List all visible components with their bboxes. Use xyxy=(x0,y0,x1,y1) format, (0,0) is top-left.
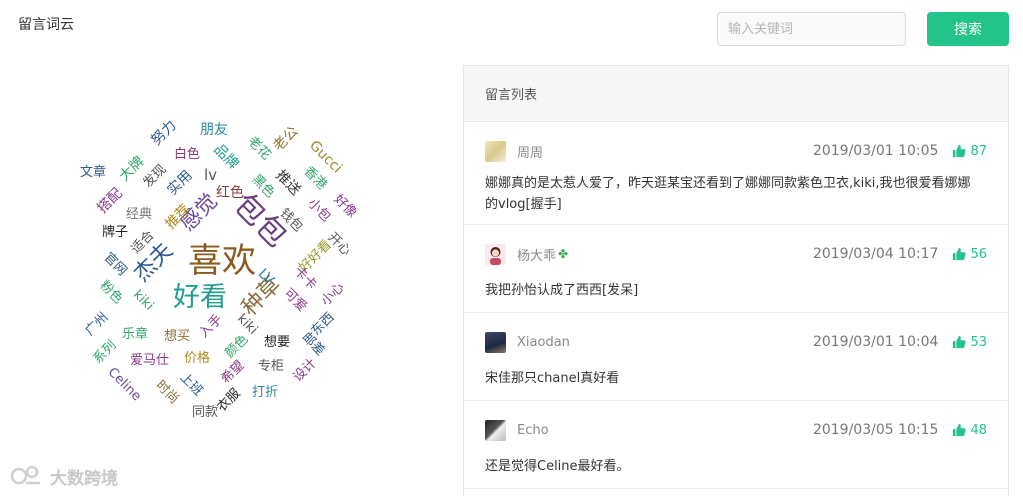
cloud-word: 官网 xyxy=(100,249,130,280)
comment-list-title: 留言列表 xyxy=(485,88,538,103)
cloud-word: 经典 xyxy=(126,207,153,222)
comment-time: 2019/03/05 10:15 xyxy=(812,422,939,438)
username[interactable]: Xiaodan xyxy=(517,335,570,350)
thumbs-up-icon[interactable] xyxy=(952,423,966,437)
cloud-word: 好看 xyxy=(173,282,227,313)
cloud-word: 专柜 xyxy=(258,359,285,374)
cloud-word: 喜欢 xyxy=(188,241,256,281)
watermark-logo-icon xyxy=(10,465,40,485)
avatar[interactable] xyxy=(485,419,506,441)
comment-text: 我把孙怡认成了西西[发呆] xyxy=(485,283,639,298)
watermark: 大数跨境 xyxy=(10,463,118,489)
like-count: 53 xyxy=(970,334,987,350)
cloud-word: 文章 xyxy=(80,165,107,180)
like-count: 56 xyxy=(970,246,987,262)
avatar[interactable] xyxy=(485,243,506,265)
cloud-word: 推送 xyxy=(272,167,304,199)
cloud-word: kiki xyxy=(129,287,157,314)
comment-time: 2019/03/04 10:17 xyxy=(812,246,939,262)
cloud-word: 实用 xyxy=(164,167,196,199)
cloud-word: 爱马仕 xyxy=(130,353,170,368)
cloud-word: 打折 xyxy=(252,385,279,400)
cloud-word: 设计 xyxy=(290,355,320,386)
comment-list-header: 留言列表 xyxy=(464,66,1008,122)
search-button[interactable]: 搜索 xyxy=(927,12,1009,46)
cloud-word: 红色 xyxy=(216,185,244,201)
search-input[interactable] xyxy=(717,12,906,46)
comment-time: 2019/03/01 10:05 xyxy=(812,143,939,159)
cloud-word: 入手 xyxy=(196,311,226,342)
avatar[interactable] xyxy=(485,331,506,353)
cloud-word: 想要 xyxy=(264,335,291,350)
comment-item: Xiaodan 2019/03/01 10:04 53 宋佳那只chanel真好… xyxy=(464,313,1008,401)
avatar[interactable] xyxy=(485,140,506,162)
cloud-word: 衣服 xyxy=(214,385,244,416)
comment-item: Echo 2019/03/05 10:15 48 还是觉得Celine最好看。 xyxy=(464,401,1008,489)
cloud-word: Celine xyxy=(104,364,144,405)
cloud-word: 卡卡 xyxy=(290,263,320,294)
username[interactable]: Echo xyxy=(517,423,549,438)
thumbs-up-icon[interactable] xyxy=(952,247,966,261)
thumbs-up-icon[interactable] xyxy=(952,144,966,158)
cloud-word: 时尚 xyxy=(152,377,182,408)
comment-time: 2019/03/01 10:04 xyxy=(812,334,939,350)
watermark-text: 大数跨境 xyxy=(50,468,118,489)
comment-item: 杨大乖 ✤ 2019/03/04 10:17 56 我把孙怡认成了西西[发呆] xyxy=(464,225,1008,313)
cloud-word: 小包 xyxy=(304,195,334,226)
comment-item: 周周 2019/03/01 10:05 87 娜娜真的是太惹人爱了，昨天逛某宝还… xyxy=(464,122,1008,225)
cloud-word: 广州 xyxy=(82,309,112,340)
cloud-word: 老公 xyxy=(270,123,302,155)
cloud-word: 希望 xyxy=(218,357,248,388)
cloud-word: 好像 xyxy=(330,191,360,222)
like-count: 87 xyxy=(970,143,987,159)
cloud-word: lv xyxy=(204,166,218,184)
cloud-word: 系列 xyxy=(90,337,120,368)
cloud-word: 努力 xyxy=(148,117,180,149)
username[interactable]: 杨大乖 xyxy=(517,245,556,264)
cloud-word: 可爱 xyxy=(280,285,310,316)
cloud-word: 搭配 xyxy=(94,185,126,217)
word-cloud: 喜欢 包包 好看 杰夫 感觉 种草 朋友 努力 老公 Gucci 文章 大牌 发… xyxy=(70,110,380,440)
cloud-word: 香港 xyxy=(300,163,330,194)
cloud-word: 乐章 xyxy=(122,327,149,342)
comment-text: 娜娜真的是太惹人爱了，昨天逛某宝还看到了娜娜同款紫色卫衣,kiki,我也很爱看娜… xyxy=(485,176,971,212)
thumbs-up-icon[interactable] xyxy=(952,335,966,349)
cloud-word: 上班 xyxy=(176,369,206,400)
cloud-word: 颜色 xyxy=(222,331,252,362)
like-count: 48 xyxy=(970,422,987,438)
clover-icon: ✤ xyxy=(558,247,569,261)
cloud-word: 牌子 xyxy=(102,225,129,240)
cloud-word: 朋友 xyxy=(200,122,228,138)
cloud-word: 同款 xyxy=(192,405,219,420)
comment-text: 宋佳那只chanel真好看 xyxy=(485,371,620,386)
comment-text: 还是觉得Celine最好看。 xyxy=(485,459,630,474)
word-cloud-title: 留言词云 xyxy=(18,17,74,33)
cloud-word: 白色 xyxy=(174,147,201,162)
cloud-word: 粉色 xyxy=(96,277,126,308)
username[interactable]: 周周 xyxy=(517,142,543,161)
cloud-word: 价格 xyxy=(184,351,211,366)
cloud-word: 老花 xyxy=(244,133,274,164)
comment-list-panel: 留言列表 周周 2019/03/01 10:05 87 娜娜真的是太惹人爱了，昨… xyxy=(463,65,1009,496)
cloud-word: 想买 xyxy=(164,329,191,344)
cloud-word: 小心 xyxy=(318,279,348,310)
